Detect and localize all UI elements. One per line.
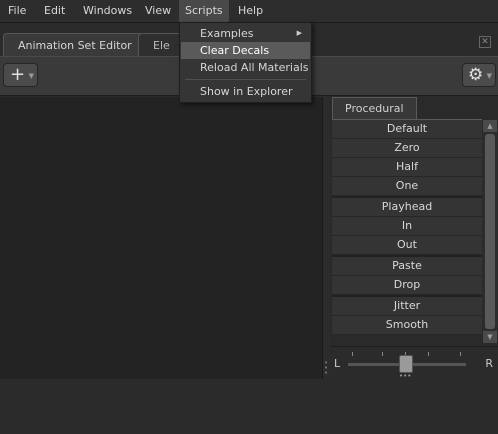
- procedural-item-default[interactable]: Default: [332, 120, 482, 139]
- slider-left-label: L: [334, 357, 341, 370]
- chevron-down-icon: ▼: [486, 72, 492, 80]
- scripts-menu-clear-decals[interactable]: Clear Decals: [181, 42, 310, 59]
- menu-help[interactable]: Help: [232, 0, 269, 22]
- balance-slider: L ••• R: [330, 346, 498, 380]
- procedural-item-drop[interactable]: Drop: [332, 276, 482, 295]
- gear-icon: ⚙: [468, 65, 484, 85]
- procedural-item-out[interactable]: Out: [332, 236, 482, 255]
- menu-windows[interactable]: Windows: [77, 0, 138, 22]
- tab-animation-set-editor[interactable]: Animation Set Editor: [3, 33, 147, 58]
- procedural-list: Default Zero Half One Playhead In Out Pa…: [332, 119, 482, 434]
- scroll-down-icon[interactable]: ▼: [483, 331, 497, 343]
- tab-procedural[interactable]: Procedural: [332, 97, 417, 119]
- scripts-menu-examples[interactable]: Examples ▶: [181, 25, 310, 42]
- slider-tick: [352, 352, 353, 356]
- chevron-down-icon: ▼: [28, 72, 34, 80]
- menu-separator: [185, 79, 306, 80]
- procedural-item-playhead[interactable]: Playhead: [332, 196, 482, 217]
- scrollbar-thumb[interactable]: [485, 134, 495, 329]
- close-icon[interactable]: ✕: [479, 36, 491, 48]
- pane-splitter[interactable]: • • •: [323, 97, 329, 379]
- slider-right-label: R: [485, 357, 493, 370]
- submenu-arrow-icon: ▶: [296, 29, 302, 37]
- scripts-menu: Examples ▶ Clear Decals Reload All Mater…: [179, 22, 312, 103]
- settings-button[interactable]: ⚙ ▼: [462, 63, 496, 87]
- examples-label: Examples: [200, 27, 254, 40]
- procedural-item-one[interactable]: One: [332, 177, 482, 196]
- slider-tick: [428, 352, 429, 356]
- splitter-grip-icon: • • •: [324, 359, 329, 377]
- procedural-item-zero[interactable]: Zero: [332, 139, 482, 158]
- menu-file[interactable]: File: [2, 0, 32, 22]
- slider-tick: [382, 352, 383, 356]
- procedural-item-half[interactable]: Half: [332, 158, 482, 177]
- menu-bar: File Edit Windows View Scripts Help: [0, 0, 498, 23]
- menu-view[interactable]: View: [139, 0, 177, 22]
- scroll-up-icon[interactable]: ▲: [483, 120, 497, 132]
- procedural-item-jitter[interactable]: Jitter: [332, 295, 482, 316]
- plus-icon: +: [10, 64, 26, 85]
- add-button[interactable]: + ▼: [3, 63, 38, 87]
- menu-scripts[interactable]: Scripts: [179, 0, 229, 22]
- slider-handle[interactable]: [399, 355, 413, 373]
- procedural-item-in[interactable]: In: [332, 217, 482, 236]
- scripts-menu-show-in-explorer[interactable]: Show in Explorer: [181, 83, 310, 100]
- scripts-menu-reload-all-materials[interactable]: Reload All Materials: [181, 59, 310, 76]
- slider-tick: [460, 352, 461, 356]
- vertical-scrollbar[interactable]: ▲ ▼: [483, 120, 497, 343]
- procedural-panel: Procedural Default Zero Half One Playhea…: [330, 97, 498, 379]
- animation-set-list[interactable]: [0, 97, 323, 379]
- procedural-item-smooth[interactable]: Smooth: [332, 316, 482, 335]
- procedural-item-paste[interactable]: Paste: [332, 255, 482, 276]
- menu-edit[interactable]: Edit: [38, 0, 71, 22]
